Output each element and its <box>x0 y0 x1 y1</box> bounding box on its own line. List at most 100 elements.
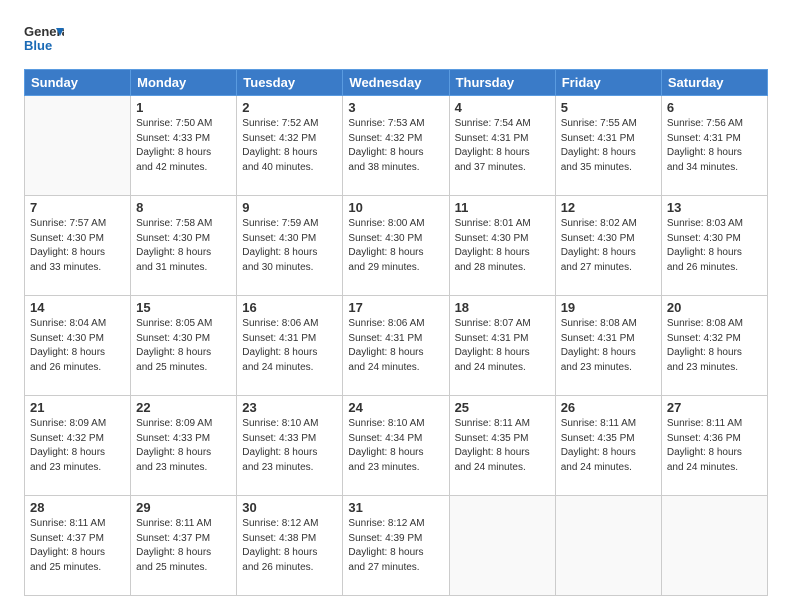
day-detail: Sunrise: 8:12 AM Sunset: 4:39 PM Dayligh… <box>348 518 424 573</box>
weekday-header-row: SundayMondayTuesdayWednesdayThursdayFrid… <box>25 70 768 96</box>
day-number: 17 <box>348 300 443 315</box>
day-cell: 12Sunrise: 8:02 AM Sunset: 4:30 PM Dayli… <box>555 196 661 296</box>
weekday-header-tuesday: Tuesday <box>237 70 343 96</box>
day-number: 23 <box>242 400 337 415</box>
weekday-header-saturday: Saturday <box>661 70 767 96</box>
day-number: 20 <box>667 300 762 315</box>
day-number: 8 <box>136 200 231 215</box>
day-detail: Sunrise: 8:08 AM Sunset: 4:31 PM Dayligh… <box>561 318 637 373</box>
day-detail: Sunrise: 7:55 AM Sunset: 4:31 PM Dayligh… <box>561 118 637 173</box>
day-cell: 21Sunrise: 8:09 AM Sunset: 4:32 PM Dayli… <box>25 396 131 496</box>
day-number: 2 <box>242 100 337 115</box>
day-cell <box>449 496 555 596</box>
day-cell: 22Sunrise: 8:09 AM Sunset: 4:33 PM Dayli… <box>131 396 237 496</box>
day-number: 19 <box>561 300 656 315</box>
weekday-header-thursday: Thursday <box>449 70 555 96</box>
day-number: 29 <box>136 500 231 515</box>
day-detail: Sunrise: 7:53 AM Sunset: 4:32 PM Dayligh… <box>348 118 424 173</box>
day-cell: 9 Sunrise: 7:59 AM Sunset: 4:30 PM Daylig… <box>237 196 343 296</box>
day-detail: Sunrise: 8:03 AM Sunset: 4:30 PM Dayligh… <box>667 218 743 273</box>
day-cell <box>25 96 131 196</box>
day-number: 26 <box>561 400 656 415</box>
day-number: 4 <box>455 100 550 115</box>
day-detail: Sunrise: 8:06 AM Sunset: 4:31 PM Dayligh… <box>242 318 318 373</box>
day-number: 9 <box>242 200 337 215</box>
day-number: 25 <box>455 400 550 415</box>
day-detail: Sunrise: 8:11 AM Sunset: 4:37 PM Dayligh… <box>30 518 105 573</box>
logo: General Blue <box>24 20 64 61</box>
day-detail: Sunrise: 8:11 AM Sunset: 4:35 PM Dayligh… <box>455 418 530 473</box>
weekday-header-monday: Monday <box>131 70 237 96</box>
day-number: 27 <box>667 400 762 415</box>
day-detail: Sunrise: 8:06 AM Sunset: 4:31 PM Dayligh… <box>348 318 424 373</box>
day-detail: Sunrise: 7:59 AM Sunset: 4:30 PM Dayligh… <box>242 218 318 273</box>
week-row-1: 1 Sunrise: 7:50 AM Sunset: 4:33 PM Daylig… <box>25 96 768 196</box>
day-number: 1 <box>136 100 231 115</box>
day-cell <box>661 496 767 596</box>
day-cell: 5Sunrise: 7:55 AM Sunset: 4:31 PM Daylig… <box>555 96 661 196</box>
header: General Blue <box>24 20 768 61</box>
day-detail: Sunrise: 7:54 AM Sunset: 4:31 PM Dayligh… <box>455 118 531 173</box>
day-cell <box>555 496 661 596</box>
day-cell: 27 Sunrise: 8:11 AM Sunset: 4:36 PM Dayli… <box>661 396 767 496</box>
day-number: 11 <box>455 200 550 215</box>
weekday-header-wednesday: Wednesday <box>343 70 449 96</box>
day-detail: Sunrise: 8:09 AM Sunset: 4:32 PM Dayligh… <box>30 418 106 473</box>
day-cell: 16 Sunrise: 8:06 AM Sunset: 4:31 PM Dayli… <box>237 296 343 396</box>
day-detail: Sunrise: 8:11 AM Sunset: 4:36 PM Dayligh… <box>667 418 742 473</box>
day-cell: 24 Sunrise: 8:10 AM Sunset: 4:34 PM Dayli… <box>343 396 449 496</box>
day-number: 30 <box>242 500 337 515</box>
day-detail: Sunrise: 7:50 AM Sunset: 4:33 PM Dayligh… <box>136 118 212 173</box>
day-detail: Sunrise: 8:11 AM Sunset: 4:37 PM Dayligh… <box>136 518 211 573</box>
day-number: 13 <box>667 200 762 215</box>
day-number: 24 <box>348 400 443 415</box>
day-detail: Sunrise: 7:57 AM Sunset: 4:30 PM Dayligh… <box>30 218 106 273</box>
day-detail: Sunrise: 8:10 AM Sunset: 4:34 PM Dayligh… <box>348 418 424 473</box>
day-cell: 1 Sunrise: 7:50 AM Sunset: 4:33 PM Daylig… <box>131 96 237 196</box>
day-number: 14 <box>30 300 125 315</box>
day-number: 16 <box>242 300 337 315</box>
day-detail: Sunrise: 8:10 AM Sunset: 4:33 PM Dayligh… <box>242 418 318 473</box>
day-detail: Sunrise: 8:07 AM Sunset: 4:31 PM Dayligh… <box>455 318 531 373</box>
day-number: 3 <box>348 100 443 115</box>
day-cell: 31 Sunrise: 8:12 AM Sunset: 4:39 PM Dayli… <box>343 496 449 596</box>
day-detail: Sunrise: 7:52 AM Sunset: 4:32 PM Dayligh… <box>242 118 318 173</box>
logo-icon: General Blue <box>24 20 64 61</box>
week-row-5: 28 Sunrise: 8:11 AM Sunset: 4:37 PM Dayli… <box>25 496 768 596</box>
day-detail: Sunrise: 7:58 AM Sunset: 4:30 PM Dayligh… <box>136 218 212 273</box>
day-cell: 18 Sunrise: 8:07 AM Sunset: 4:31 PM Dayli… <box>449 296 555 396</box>
day-number: 10 <box>348 200 443 215</box>
day-cell: 15Sunrise: 8:05 AM Sunset: 4:30 PM Dayli… <box>131 296 237 396</box>
day-cell: 4 Sunrise: 7:54 AM Sunset: 4:31 PM Daylig… <box>449 96 555 196</box>
day-number: 28 <box>30 500 125 515</box>
day-cell: 7 Sunrise: 7:57 AM Sunset: 4:30 PM Daylig… <box>25 196 131 296</box>
day-number: 18 <box>455 300 550 315</box>
day-cell: 14 Sunrise: 8:04 AM Sunset: 4:30 PM Dayli… <box>25 296 131 396</box>
day-cell: 11 Sunrise: 8:01 AM Sunset: 4:30 PM Dayli… <box>449 196 555 296</box>
day-number: 7 <box>30 200 125 215</box>
day-detail: Sunrise: 8:11 AM Sunset: 4:35 PM Dayligh… <box>561 418 636 473</box>
day-number: 6 <box>667 100 762 115</box>
day-cell: 26 Sunrise: 8:11 AM Sunset: 4:35 PM Dayli… <box>555 396 661 496</box>
day-cell: 30 Sunrise: 8:12 AM Sunset: 4:38 PM Dayli… <box>237 496 343 596</box>
day-cell: 3 Sunrise: 7:53 AM Sunset: 4:32 PM Daylig… <box>343 96 449 196</box>
day-cell: 17 Sunrise: 8:06 AM Sunset: 4:31 PM Dayli… <box>343 296 449 396</box>
day-cell: 25 Sunrise: 8:11 AM Sunset: 4:35 PM Dayli… <box>449 396 555 496</box>
week-row-4: 21Sunrise: 8:09 AM Sunset: 4:32 PM Dayli… <box>25 396 768 496</box>
day-detail: Sunrise: 8:04 AM Sunset: 4:30 PM Dayligh… <box>30 318 106 373</box>
svg-text:Blue: Blue <box>24 38 52 53</box>
calendar: SundayMondayTuesdayWednesdayThursdayFrid… <box>24 69 768 596</box>
day-number: 15 <box>136 300 231 315</box>
day-number: 31 <box>348 500 443 515</box>
day-detail: Sunrise: 8:01 AM Sunset: 4:30 PM Dayligh… <box>455 218 531 273</box>
day-cell: 28 Sunrise: 8:11 AM Sunset: 4:37 PM Dayli… <box>25 496 131 596</box>
week-row-2: 7 Sunrise: 7:57 AM Sunset: 4:30 PM Daylig… <box>25 196 768 296</box>
day-cell: 10Sunrise: 8:00 AM Sunset: 4:30 PM Dayli… <box>343 196 449 296</box>
day-cell: 20Sunrise: 8:08 AM Sunset: 4:32 PM Dayli… <box>661 296 767 396</box>
day-detail: Sunrise: 8:12 AM Sunset: 4:38 PM Dayligh… <box>242 518 318 573</box>
weekday-header-sunday: Sunday <box>25 70 131 96</box>
day-detail: Sunrise: 7:56 AM Sunset: 4:31 PM Dayligh… <box>667 118 743 173</box>
day-detail: Sunrise: 8:02 AM Sunset: 4:30 PM Dayligh… <box>561 218 637 273</box>
day-cell: 8 Sunrise: 7:58 AM Sunset: 4:30 PM Daylig… <box>131 196 237 296</box>
day-detail: Sunrise: 8:09 AM Sunset: 4:33 PM Dayligh… <box>136 418 212 473</box>
